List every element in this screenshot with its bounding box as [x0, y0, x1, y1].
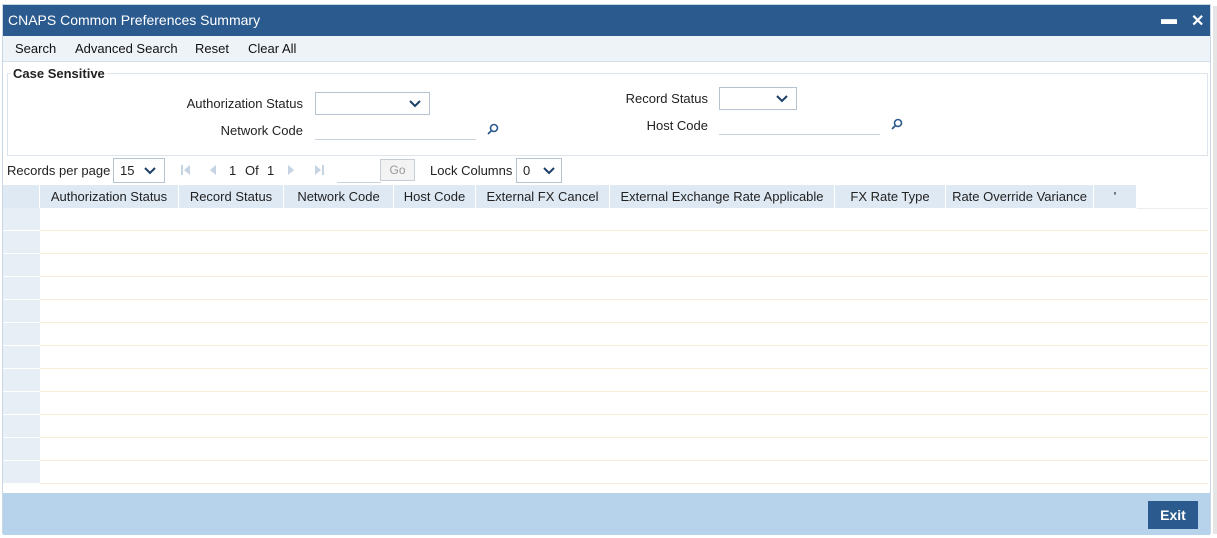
record-status-select[interactable]	[719, 87, 797, 110]
table-row[interactable]	[3, 323, 1208, 346]
table-row[interactable]	[3, 277, 1208, 300]
network-code-input[interactable]	[315, 118, 476, 140]
clear-all-button[interactable]: Clear All	[248, 41, 296, 56]
authorization-status-select[interactable]	[315, 92, 430, 115]
search-lens-icon[interactable]	[487, 123, 499, 135]
row-selector[interactable]	[3, 323, 40, 346]
case-sensitive-label: Case Sensitive	[11, 66, 107, 81]
advanced-search-button[interactable]: Advanced Search	[75, 41, 178, 56]
column-overflow-marker: '	[1094, 185, 1137, 208]
search-lens-icon[interactable]	[891, 118, 903, 130]
table-row[interactable]	[3, 369, 1208, 392]
table-row[interactable]	[3, 300, 1208, 323]
column-rate-override-variance[interactable]: Rate Override Variance	[946, 185, 1094, 208]
column-host-code[interactable]: Host Code	[394, 185, 476, 208]
chevron-down-icon	[543, 167, 555, 175]
summary-window: CNAPS Common Preferences Summary ▬ ✕ Sea…	[2, 4, 1211, 535]
select-all-column[interactable]	[3, 185, 40, 208]
row-selector[interactable]	[3, 461, 40, 484]
table-row[interactable]	[3, 415, 1208, 438]
row-selector[interactable]	[3, 392, 40, 415]
column-record-status[interactable]: Record Status	[179, 185, 284, 208]
total-pages: 1	[267, 163, 275, 178]
go-button[interactable]: Go	[380, 159, 415, 181]
window-title: CNAPS Common Preferences Summary	[8, 12, 261, 28]
record-status-label: Record Status	[625, 91, 708, 106]
host-code-input[interactable]	[719, 113, 880, 135]
next-page-icon[interactable]	[287, 164, 295, 176]
network-code-label: Network Code	[220, 123, 303, 138]
results-grid: Authorization Status Record Status Netwo…	[3, 185, 1208, 490]
row-selector[interactable]	[3, 346, 40, 369]
minimize-icon[interactable]: ▬	[1161, 11, 1177, 29]
column-external-exchange-rate-applicable[interactable]: External Exchange Rate Applicable	[610, 185, 835, 208]
search-button[interactable]: Search	[15, 41, 56, 56]
grid-header-filler	[1137, 185, 1208, 209]
table-row[interactable]	[3, 254, 1208, 277]
row-selector[interactable]	[3, 300, 40, 323]
grid-header: Authorization Status Record Status Netwo…	[3, 185, 1137, 208]
footer-bar: Exit	[3, 493, 1210, 535]
table-row[interactable]	[3, 208, 1208, 231]
table-row[interactable]	[3, 231, 1208, 254]
row-selector[interactable]	[3, 438, 40, 461]
row-selector[interactable]	[3, 208, 40, 231]
prev-page-icon[interactable]	[209, 164, 217, 176]
column-network-code[interactable]: Network Code	[284, 185, 394, 208]
table-row[interactable]	[3, 461, 1208, 484]
chevron-down-icon	[409, 100, 421, 108]
records-per-page-select[interactable]: 15	[113, 158, 165, 183]
exit-button[interactable]: Exit	[1148, 501, 1198, 529]
of-label: Of	[245, 163, 259, 178]
chevron-down-icon	[776, 95, 788, 103]
pagination-bar: Records per page 15 1 Of 1 Go Lock Colum…	[3, 157, 1210, 185]
records-per-page-label: Records per page	[7, 163, 111, 178]
row-selector[interactable]	[3, 277, 40, 300]
go-to-page-input[interactable]	[337, 160, 381, 183]
column-authorization-status[interactable]: Authorization Status	[40, 185, 179, 208]
row-selector[interactable]	[3, 369, 40, 392]
last-page-icon[interactable]	[314, 164, 324, 176]
current-page: 1	[229, 163, 237, 178]
column-fx-rate-type[interactable]: FX Rate Type	[835, 185, 946, 208]
title-bar: CNAPS Common Preferences Summary ▬ ✕	[3, 5, 1210, 36]
row-selector[interactable]	[3, 231, 40, 254]
table-row[interactable]	[3, 438, 1208, 461]
reset-button[interactable]: Reset	[195, 41, 229, 56]
close-icon[interactable]: ✕	[1191, 11, 1204, 31]
vertical-scrollbar[interactable]	[1213, 6, 1217, 534]
chevron-down-icon	[144, 167, 156, 175]
authorization-status-label: Authorization Status	[186, 96, 303, 111]
toolbar: Search Advanced Search Reset Clear All	[3, 36, 1210, 62]
lock-columns-select[interactable]: 0	[516, 158, 562, 183]
search-criteria-panel	[7, 73, 1208, 156]
host-code-label: Host Code	[646, 118, 708, 133]
lock-columns-label: Lock Columns	[430, 163, 513, 178]
first-page-icon[interactable]	[181, 164, 191, 176]
row-selector[interactable]	[3, 415, 40, 438]
table-row[interactable]	[3, 346, 1208, 369]
row-selector[interactable]	[3, 254, 40, 277]
column-external-fx-cancel[interactable]: External FX Cancel	[476, 185, 610, 208]
table-row[interactable]	[3, 392, 1208, 415]
